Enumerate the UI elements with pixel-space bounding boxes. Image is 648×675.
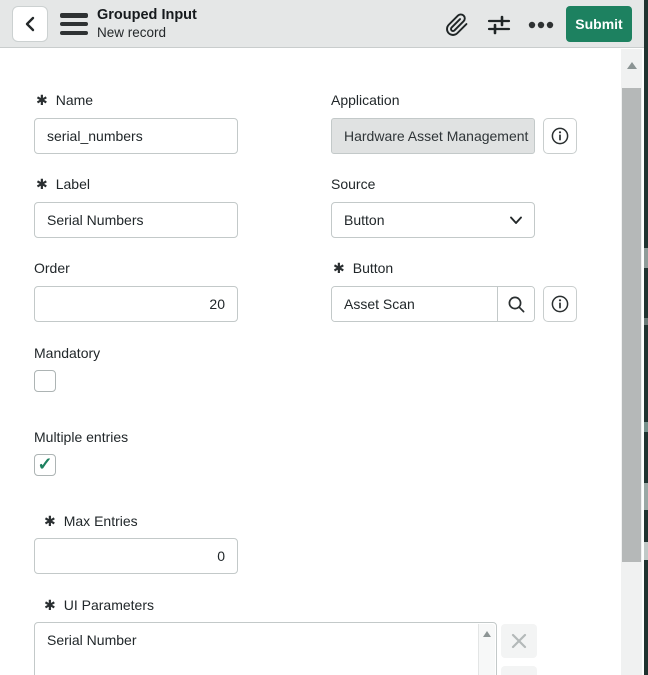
sliders-icon [487,15,511,35]
application-info-button[interactable] [543,118,577,154]
button-info-button[interactable] [543,286,577,322]
order-input[interactable] [34,286,238,322]
multiple-entries-label-text: Multiple entries [34,429,129,445]
grouped-input-record-window: Grouped Input New record Submit ✱ Name s… [0,0,648,675]
max-entries-label-text: Max Entries [63,513,138,529]
multiple-entries-checkbox[interactable]: ✓ [34,454,56,476]
chevron-left-icon [25,16,35,32]
scroll-up-icon [483,631,491,637]
checkmark-icon: ✓ [37,454,53,474]
form-content: ✱ Name Application ✱ Label Source Button [0,49,648,675]
paperclip-icon [446,13,468,36]
ui-parameter-extra-button[interactable] [501,666,537,675]
source-select[interactable]: Button [331,202,535,238]
remove-ui-parameter-button[interactable] [501,624,537,658]
chevron-down-icon [510,216,522,224]
hamburger-menu-icon [60,30,88,35]
label-input[interactable] [34,202,238,238]
more-options-button[interactable] [528,12,554,38]
ui-parameters-textarea[interactable]: Serial Number [34,622,497,675]
form-context-menu-button[interactable] [60,13,88,35]
label-label-text: Label [55,176,90,192]
header-bar: Grouped Input New record Submit [0,0,648,48]
application-label-text: Application [331,92,400,108]
button-label-text: Button [352,260,394,276]
required-marker-icon: ✱ [44,597,56,613]
submit-button[interactable]: Submit [566,6,632,42]
application-field-label: Application [331,92,400,108]
required-marker-icon: ✱ [333,260,345,276]
source-field-label: Source [331,176,375,192]
application-input[interactable] [331,118,535,154]
ui-parameters-label-text: UI Parameters [63,597,154,613]
required-marker-icon: ✱ [36,176,48,192]
search-icon [508,296,524,312]
order-field-label: Order [34,260,70,276]
button-field-label: ✱ Button [333,260,393,276]
close-icon [511,633,527,649]
button-reference-field [331,286,535,322]
header-title-block: Grouped Input New record [97,7,197,41]
required-marker-icon: ✱ [36,92,48,108]
info-icon [551,127,569,145]
button-reference-input[interactable] [332,287,497,321]
max-entries-field-label: ✱ Max Entries [44,513,138,529]
page-subtitle: New record [97,25,167,40]
page-title: Grouped Input [97,7,197,23]
hamburger-menu-icon [60,13,88,18]
mandatory-checkbox[interactable] [34,370,56,392]
name-field-label: ✱ Name [36,92,93,108]
textarea-scrollbar[interactable] [478,624,495,675]
source-label-text: Source [331,176,376,192]
personalize-form-button[interactable] [486,12,512,38]
mandatory-field-label: Mandatory [34,345,100,361]
ui-parameters-field-label: ✱ UI Parameters [44,597,154,613]
mandatory-label-text: Mandatory [34,345,101,361]
scrollbar-thumb[interactable] [622,88,641,562]
label-field-label: ✱ Label [36,176,90,192]
more-options-icon [528,21,554,29]
name-label-text: Name [55,92,94,108]
page-scrollbar[interactable] [621,49,642,675]
ui-parameters-value: Serial Number [47,632,137,648]
order-label-text: Order [34,260,70,276]
attachments-button[interactable] [444,12,470,38]
back-button[interactable] [12,6,48,42]
source-selected-value: Button [344,212,385,228]
right-edge-strip [644,0,648,675]
max-entries-input[interactable] [34,538,238,574]
required-marker-icon: ✱ [44,513,56,529]
hamburger-menu-icon [60,21,88,27]
name-input[interactable] [34,118,238,154]
info-icon [551,295,569,313]
scroll-up-icon[interactable] [626,62,637,69]
button-lookup-button[interactable] [497,287,534,321]
multiple-entries-field-label: Multiple entries [34,429,128,445]
